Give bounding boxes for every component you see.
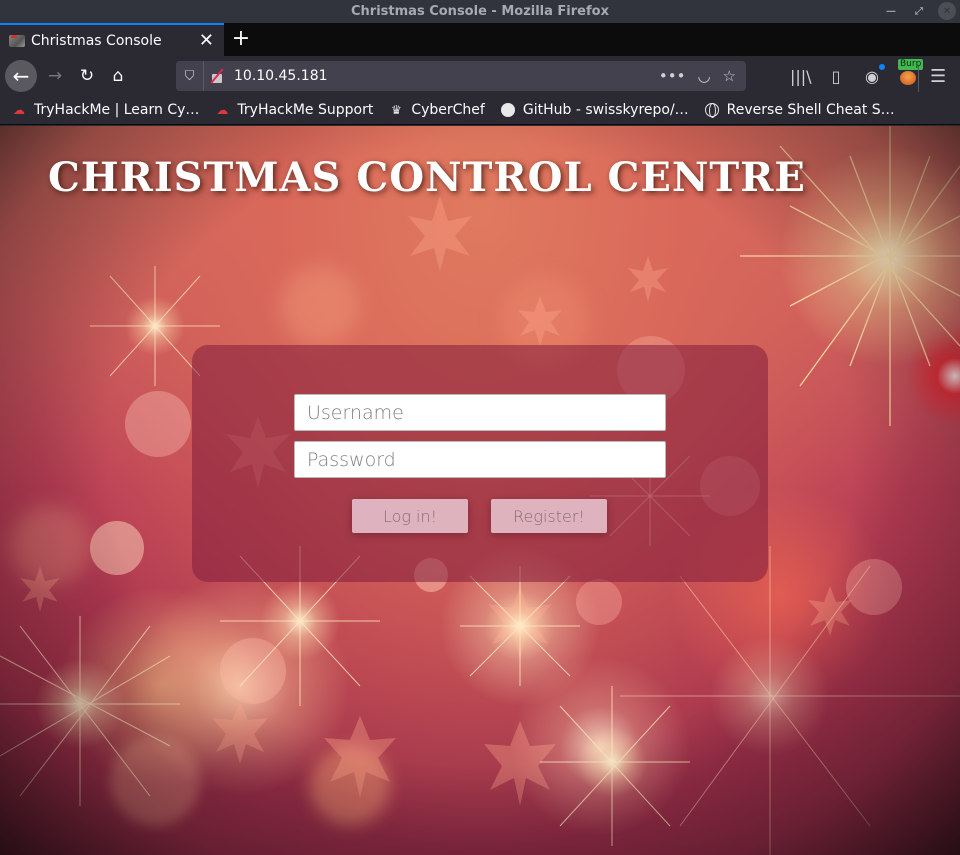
bokeh-circle: [280, 266, 360, 346]
url-bar[interactable]: ⛉ 10.10.45.181 ••• ◡ ☆: [176, 61, 746, 91]
bokeh-circle: [110, 736, 200, 826]
tryhackme-cloud-icon: ☁: [13, 103, 25, 117]
bookmark-github-swisskyrepo[interactable]: GitHub - swisskyrepo/…: [499, 102, 689, 118]
star-shape: [20, 566, 60, 612]
maximize-icon[interactable]: ⤢: [910, 2, 928, 20]
bookmark-star-icon[interactable]: ☆: [723, 67, 736, 85]
sparkle-bottom-mid: [460, 566, 580, 686]
bokeh-circle: [846, 559, 902, 615]
bookmark-tryhackme-learn[interactable]: ☁ TryHackMe | Learn Cy…: [10, 102, 199, 118]
account-icon[interactable]: ◉: [862, 63, 885, 86]
sparkle-bottom-right: [540, 686, 690, 846]
insecure-connection-lock-icon[interactable]: [204, 61, 230, 91]
window-controls: — ⤢ ✕: [882, 2, 956, 20]
reload-icon: ↻: [79, 66, 95, 86]
bookmark-tryhackme-support[interactable]: ☁ TryHackMe Support: [213, 102, 373, 118]
tab-close-icon[interactable]: ✕: [199, 30, 214, 51]
account-glyph: ◉: [865, 66, 879, 86]
page-viewport: CHRISTMAS CONTROL CENTRE Log in! Registe…: [0, 126, 960, 855]
tab-label: Christmas Console: [31, 32, 162, 49]
navigation-toolbar: ← → ↻ ⌂ ⛉ 10.10.45.181 ••• ◡ ☆ |||\ ▯ ◉ …: [0, 56, 960, 96]
bokeh-circle: [576, 579, 622, 625]
register-button[interactable]: Register!: [491, 499, 607, 533]
bookmark-reverse-shell-cheat-sheet[interactable]: Reverse Shell Cheat S…: [703, 102, 895, 118]
star-shape: [324, 716, 396, 798]
star-shape: [808, 586, 852, 636]
page-title: CHRISTMAS CONTROL CENTRE: [48, 154, 806, 201]
bookmark-label: Reverse Shell Cheat S…: [726, 102, 895, 118]
password-input[interactable]: [294, 441, 666, 478]
star-shape: [488, 586, 552, 660]
page-actions-more-icon[interactable]: •••: [659, 67, 686, 85]
minimize-icon[interactable]: —: [882, 2, 900, 20]
star-shape: [408, 196, 472, 271]
back-button[interactable]: ←: [5, 60, 37, 92]
chef-hat-icon: ♛: [390, 103, 402, 117]
bookmark-label: TryHackMe Support: [237, 102, 374, 118]
sparkle-far-right: [620, 546, 960, 855]
sidebar-icon[interactable]: ▯: [826, 67, 846, 86]
globe-icon: [703, 103, 721, 118]
bokeh-circle: [10, 506, 90, 586]
reload-button[interactable]: ↻: [72, 61, 102, 91]
bokeh-circle: [310, 746, 390, 826]
star-shape: [518, 296, 562, 346]
new-tab-button[interactable]: +: [230, 23, 252, 56]
sparkle-bottomleft: [0, 616, 180, 806]
home-icon: ⌂: [112, 66, 124, 86]
library-icon[interactable]: |||\: [790, 67, 812, 86]
home-button[interactable]: ⌂: [103, 61, 133, 91]
login-panel: Log in! Register!: [192, 345, 768, 582]
star-shape: [212, 701, 268, 764]
tryhackme-cloud-icon: ☁: [216, 103, 229, 117]
forward-arrow-icon: →: [47, 66, 63, 86]
foxyproxy-icon: [900, 71, 916, 85]
github-icon: [499, 103, 517, 117]
pocket-icon[interactable]: ◡: [697, 67, 710, 85]
window-title: Christmas Console - Mozilla Firefox: [351, 4, 609, 19]
menu-hamburger-icon[interactable]: ☰: [930, 66, 946, 87]
bookmarks-toolbar: ☁ TryHackMe | Learn Cy… ☁ TryHackMe Supp…: [0, 96, 960, 125]
notification-dot: [879, 63, 885, 70]
url-text[interactable]: 10.10.45.181: [234, 68, 659, 84]
toolbar-right: |||\ ▯ ◉ Burp: [790, 59, 924, 91]
bokeh-circle: [220, 638, 286, 704]
window-titlebar: Christmas Console - Mozilla Firefox — ⤢ …: [0, 0, 960, 23]
bookmark-label: GitHub - swisskyrepo/…: [522, 102, 689, 118]
login-button[interactable]: Log in!: [352, 499, 468, 533]
tab-strip: Christmas Console ✕ +: [0, 23, 960, 56]
bokeh-circle: [90, 521, 144, 575]
bookmark-label: CyberChef: [411, 102, 485, 118]
bookmark-label: TryHackMe | Learn Cy…: [34, 102, 200, 118]
back-arrow-icon: ←: [12, 64, 30, 88]
close-icon[interactable]: ✕: [938, 2, 956, 20]
bookmark-cyberchef[interactable]: ♛ CyberChef: [387, 102, 485, 118]
tracking-protection-shield-icon[interactable]: ⛉: [176, 61, 204, 91]
toolbar-separator: [918, 66, 919, 92]
star-shape: [628, 256, 668, 302]
forward-button[interactable]: →: [40, 61, 70, 91]
tab-christmas-console[interactable]: Christmas Console ✕: [0, 23, 224, 56]
burp-badge: Burp: [898, 59, 924, 70]
christmas-console-favicon-icon: [9, 34, 25, 47]
url-actions: ••• ◡ ☆: [659, 67, 746, 85]
burp-proxy-extension-button[interactable]: Burp: [898, 59, 924, 87]
bokeh-circle: [125, 391, 191, 457]
star-shape: [484, 721, 556, 806]
username-input[interactable]: [294, 394, 666, 431]
